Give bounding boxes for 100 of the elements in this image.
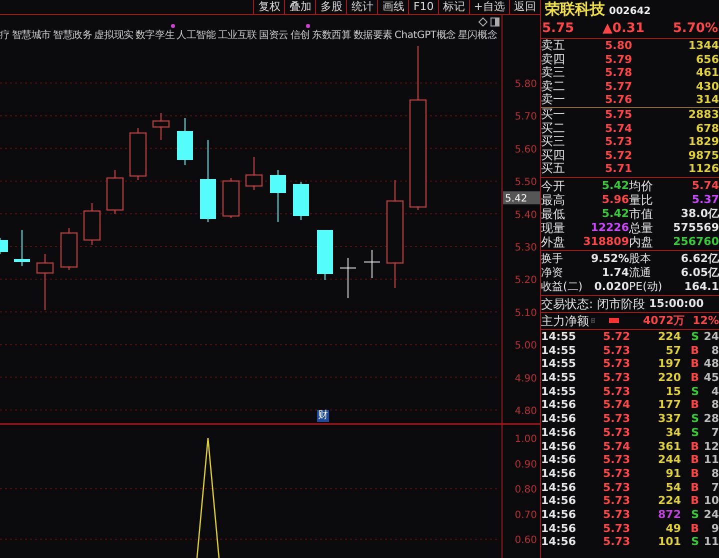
trade-volume: 197 [657,357,681,372]
stat-value: 1.74 [600,266,629,280]
candlestick [246,156,262,190]
candlestick [364,250,380,278]
flow-ratio: 12% [692,312,719,329]
trade-price: 5.73 [603,494,632,508]
trade-volume: 49 [664,522,681,536]
trade-price: 5.73 [603,344,632,358]
trade-time: 14:55 [541,357,578,372]
trade-volume: 220 [657,371,681,385]
ask-volume: 1344 [688,39,719,53]
trade-count: 9 [710,522,719,536]
trade-volume: 872 [657,508,681,522]
trade-volume: 177 [657,398,681,412]
concept-tag[interactable]: 虚拟现实 [94,24,134,42]
finance-badge[interactable]: 财 [317,410,329,422]
trade-count: 45 [702,371,719,385]
concept-tag[interactable]: 东数西算 [312,24,352,42]
bid-price: 5.72 [605,148,634,162]
status-value: 闭市阶段 [597,296,646,312]
trade-volume: 101 [657,535,681,550]
concept-tag[interactable]: ChatGPT概念 [394,24,456,42]
ask-volume: 461 [695,66,719,80]
stat-label: 最高 [541,192,566,207]
trade-time: 14:56 [541,466,578,481]
trade-count: 12 [702,440,719,454]
stat-label: 股本 [629,252,652,266]
bid-volume: 9875 [688,148,719,162]
trade-count: 7 [710,426,719,440]
stat-value: 5.96 [600,192,629,207]
stat-value: 256760 [672,234,719,249]
trade-volume: 34 [664,426,681,440]
trade-volume: 337 [657,412,681,426]
trade-count: 48 [702,357,719,372]
trade-time: 14:56 [541,508,578,522]
stat-label: 最低 [541,206,566,221]
trade-side: S [690,426,699,440]
trade-price: 5.73 [603,384,632,398]
trade-side: S [690,412,699,426]
axis-label: 5.40 [514,210,537,221]
candlestick [36,254,54,310]
trade-time: 14:55 [541,371,578,385]
concept-tag[interactable]: 人工智能 [176,24,216,42]
axis-label: 5.30 [514,242,537,254]
concept-tag[interactable]: 数据要素 [353,24,392,42]
candlestick [60,228,78,270]
trade-side: S [690,508,699,522]
concept-tag[interactable]: 国资云 [259,24,288,42]
candlestick [14,230,30,266]
stat-label: 量比 [629,192,654,207]
list-icon[interactable] [591,316,596,326]
trade-price: 5.73 [603,412,632,426]
flow-label: 主力净额 [541,312,589,329]
concept-tag[interactable]: 智慧政务 [53,24,92,42]
trade-volume: 224 [657,494,681,508]
concept-tag[interactable]: 疗 [0,24,10,42]
ask-label: 卖一 [541,93,566,107]
flow-bar [609,318,620,324]
axis-label: 1.00 [514,434,537,445]
trade-side: B [690,371,699,385]
stat-value: 38.0亿 [680,206,719,221]
concept-tag[interactable]: 智慧城市 [12,24,52,42]
stat-value: 5.42 [600,178,629,193]
stat-value: 318809 [582,234,629,249]
trade-volume: 224 [657,330,681,344]
concept-tag[interactable]: 工业互联 [218,24,258,42]
concept-tag[interactable]: 信创 [290,24,310,42]
concept-tag[interactable]: 数字孪生 [135,24,175,42]
trade-side: B [690,522,699,536]
candlestick [222,178,240,218]
bid-label: 买一 [541,108,566,122]
trade-price: 5.73 [603,466,632,481]
trade-time: 14:55 [541,330,578,344]
trade-side: B [690,494,699,508]
diamond-icon[interactable] [478,17,488,27]
trade-price: 5.74 [603,440,632,454]
trade-count: 11 [702,535,719,550]
bid-label: 买二 [541,122,566,136]
ask-price: 5.77 [605,80,634,94]
trade-count: 4 [710,384,719,398]
candlestick [340,258,356,298]
stat-label: 现量 [541,220,566,235]
stat-label: 均价 [629,178,654,193]
ask-price: 5.80 [605,39,634,53]
stock-code: 002642 [609,6,651,17]
stat-label: 总量 [629,220,654,235]
trade-count: 11 [702,453,719,467]
stat-value: 6.62亿 [680,252,719,266]
stat-value: 6.05亿 [680,266,719,280]
trade-price: 5.73 [603,357,632,372]
trade-side: B [690,453,699,467]
bid-label: 买三 [541,135,566,149]
stat-value: 5.42 [600,206,629,221]
concept-tag[interactable]: 星闪概念 [458,24,498,42]
trade-side: B [690,480,699,494]
axis-label: 0.80 [514,484,537,496]
marker-dot [170,24,175,28]
window-icon[interactable] [490,17,500,27]
stat-label: 换手 [541,252,564,266]
trade-volume: 54 [664,480,681,494]
